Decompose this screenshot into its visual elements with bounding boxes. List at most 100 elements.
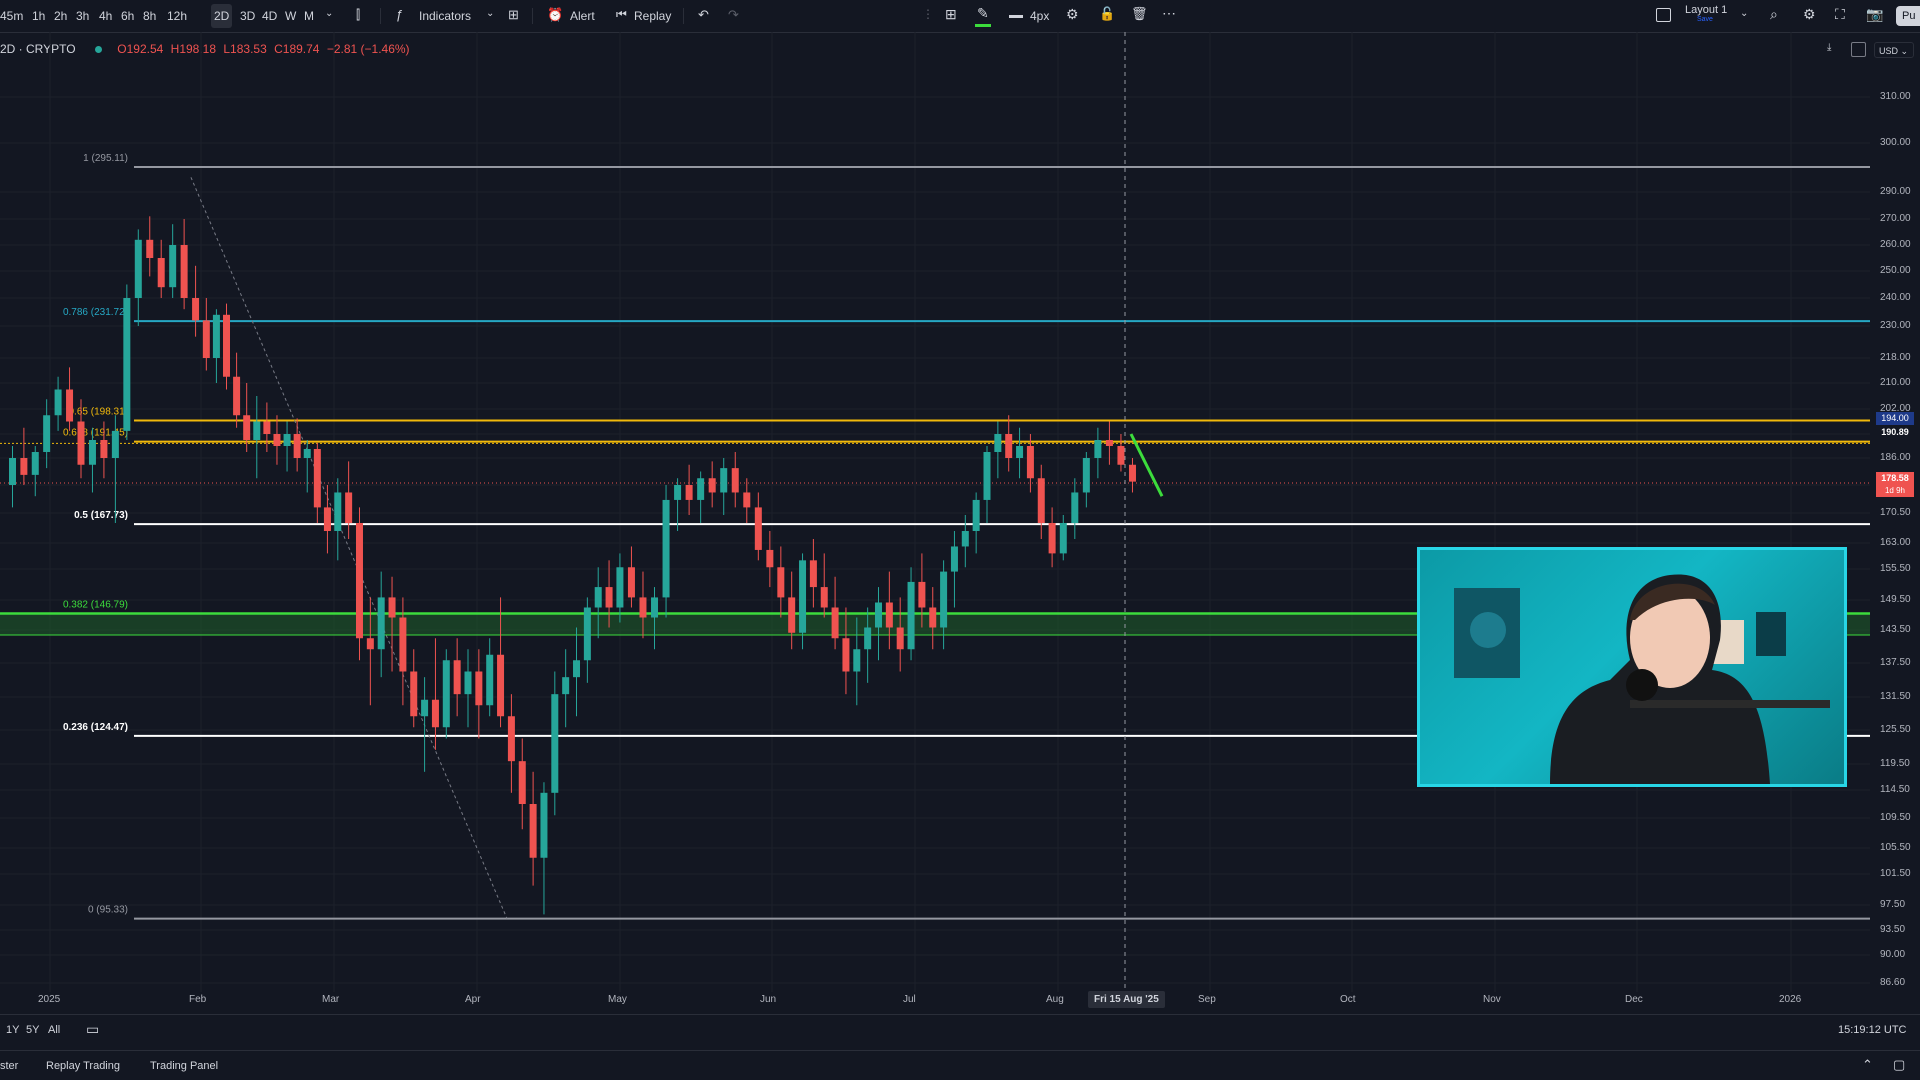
price-tick: 250.00 — [1880, 265, 1911, 276]
interval-2h[interactable]: 2h — [54, 0, 67, 32]
fib-label-2: 0.65 (198.31) — [69, 407, 129, 418]
interval-12h[interactable]: 12h — [167, 0, 187, 32]
candle-body — [293, 434, 301, 458]
interval-1h[interactable]: 1h — [32, 0, 45, 32]
alert-icon[interactable]: ⏰ — [547, 7, 563, 23]
settings-icon[interactable]: ⚙ — [1066, 6, 1079, 23]
candle-body — [146, 239, 154, 258]
candle-body — [896, 627, 904, 650]
candle-body — [1117, 446, 1125, 465]
replay-icon[interactable]: ⏮ — [616, 7, 627, 22]
candle-body — [313, 449, 321, 508]
interval-2d[interactable]: 2D — [211, 4, 233, 28]
collapse-icon[interactable]: ⌃ — [1862, 1057, 1873, 1073]
currency-selector[interactable]: USD ⌄ — [1874, 42, 1914, 58]
price-tick: 260.00 — [1880, 239, 1911, 250]
bottom-tab-2[interactable]: Trading Panel — [150, 1060, 218, 1072]
bottom-tab-0[interactable]: ster — [0, 1060, 18, 1072]
line-width-icon[interactable] — [1009, 15, 1023, 18]
candle-body — [1037, 478, 1045, 523]
trash-icon[interactable]: 🗑 — [1131, 6, 1148, 22]
time-tick: Nov — [1483, 994, 1501, 1005]
search-icon[interactable]: ⌕ — [1770, 6, 1778, 23]
time-tick: 2026 — [1779, 994, 1802, 1005]
maximize-icon[interactable]: ▢ — [1893, 1057, 1905, 1073]
layout-save-label[interactable]: Save — [1697, 16, 1713, 23]
interval-dropdown-icon[interactable]: ⌄ — [325, 8, 333, 19]
bottom-panel-tabs: ster Replay Trading Trading Panel ⌃ ▢ — [0, 1050, 1920, 1080]
interval-3d[interactable]: 3D — [240, 0, 255, 32]
indicators-dropdown-icon[interactable]: ⌄ — [486, 8, 494, 19]
fib-label-1: 0.786 (231.72) — [63, 307, 128, 318]
indicators-icon[interactable]: ƒ — [396, 7, 403, 22]
interval-3h[interactable]: 3h — [76, 0, 89, 32]
price-tick: 230.00 — [1880, 320, 1911, 331]
candle-body — [253, 421, 261, 440]
drawing-color-swatch[interactable] — [975, 24, 991, 27]
auto-scale-icon[interactable] — [1851, 42, 1866, 57]
replay-button[interactable]: Replay — [634, 0, 671, 32]
undo-icon[interactable]: ↶ — [698, 7, 709, 23]
interval-m[interactable]: M — [304, 0, 314, 32]
layout-name[interactable]: Layout 1 — [1685, 4, 1727, 16]
interval-6h[interactable]: 6h — [121, 0, 134, 32]
time-tick: Jul — [903, 994, 916, 1005]
candle-body — [551, 694, 559, 793]
line-width-value[interactable]: 4px — [1030, 0, 1049, 32]
gear-icon[interactable]: ⚙ — [1803, 6, 1816, 23]
indicators-button[interactable]: Indicators — [419, 0, 471, 32]
candle-body — [529, 804, 537, 858]
candle-body — [212, 314, 220, 358]
publish-button[interactable]: Pu — [1896, 6, 1920, 26]
fullscreen-icon[interactable]: ⛶ — [1835, 6, 1845, 23]
price-tick: 170.50 — [1880, 507, 1911, 518]
price-tick: 149.50 — [1880, 594, 1911, 605]
candle-body — [486, 654, 494, 706]
time-tick: Aug — [1046, 994, 1064, 1005]
candle-body — [366, 638, 374, 650]
candle-body — [1005, 434, 1013, 458]
layout-icon[interactable] — [1656, 8, 1671, 22]
chart-style-icon[interactable]: ⫿ — [356, 7, 360, 23]
candle-body — [754, 507, 762, 550]
object-tree-icon[interactable]: ⊞ — [945, 6, 957, 23]
interval-4d[interactable]: 4D — [262, 0, 277, 32]
fib-trendline — [190, 177, 508, 919]
candle-body — [399, 617, 407, 672]
interval-8h[interactable]: 8h — [143, 0, 156, 32]
templates-icon[interactable]: ⊞ — [508, 7, 519, 23]
candle-body — [907, 581, 915, 650]
scroll-to-bottom-icon[interactable]: ⤓ — [1827, 42, 1831, 53]
camera-icon[interactable]: 📷 — [1866, 6, 1883, 23]
candle-body — [799, 560, 807, 633]
fib-0618-badge: 190.89 — [1876, 426, 1914, 439]
bottom-tab-1[interactable]: Replay Trading — [46, 1060, 120, 1072]
redo-icon[interactable]: ↷ — [728, 7, 739, 23]
range-5y[interactable]: 5Y — [26, 1024, 39, 1036]
candle-body — [31, 452, 39, 475]
alert-button[interactable]: Alert — [570, 0, 595, 32]
candle-body — [303, 449, 311, 458]
more-icon[interactable]: ⋯ — [1162, 5, 1176, 22]
drag-handle-icon[interactable]: ⋮ — [922, 7, 934, 21]
candle-body — [377, 597, 385, 650]
lock-icon[interactable]: 🔓 — [1099, 6, 1115, 22]
interval-4h[interactable]: 4h — [99, 0, 112, 32]
candle-body — [388, 597, 396, 618]
candle-body — [1026, 446, 1034, 479]
candle-body — [853, 649, 861, 672]
date-range-icon[interactable]: ▭ — [86, 1021, 99, 1038]
interval-45m[interactable]: 45m — [0, 0, 23, 32]
price-tick: 290.00 — [1880, 186, 1911, 197]
candle-body — [169, 245, 177, 288]
price-tick: 125.50 — [1880, 724, 1911, 735]
interval-w[interactable]: W — [285, 0, 296, 32]
range-1y[interactable]: 1Y — [6, 1024, 19, 1036]
candle-body — [820, 587, 828, 608]
layout-dropdown-icon[interactable]: ⌄ — [1740, 8, 1748, 19]
price-chart[interactable]: 1 (295.11)0.786 (231.72)0.65 (198.31)0.6… — [0, 32, 1920, 1012]
candle-body — [885, 602, 893, 628]
drawing-color-icon[interactable]: ✎ — [977, 5, 989, 22]
range-all[interactable]: All — [48, 1024, 60, 1036]
clock[interactable]: 15:19:12 UTC — [1838, 1024, 1906, 1036]
